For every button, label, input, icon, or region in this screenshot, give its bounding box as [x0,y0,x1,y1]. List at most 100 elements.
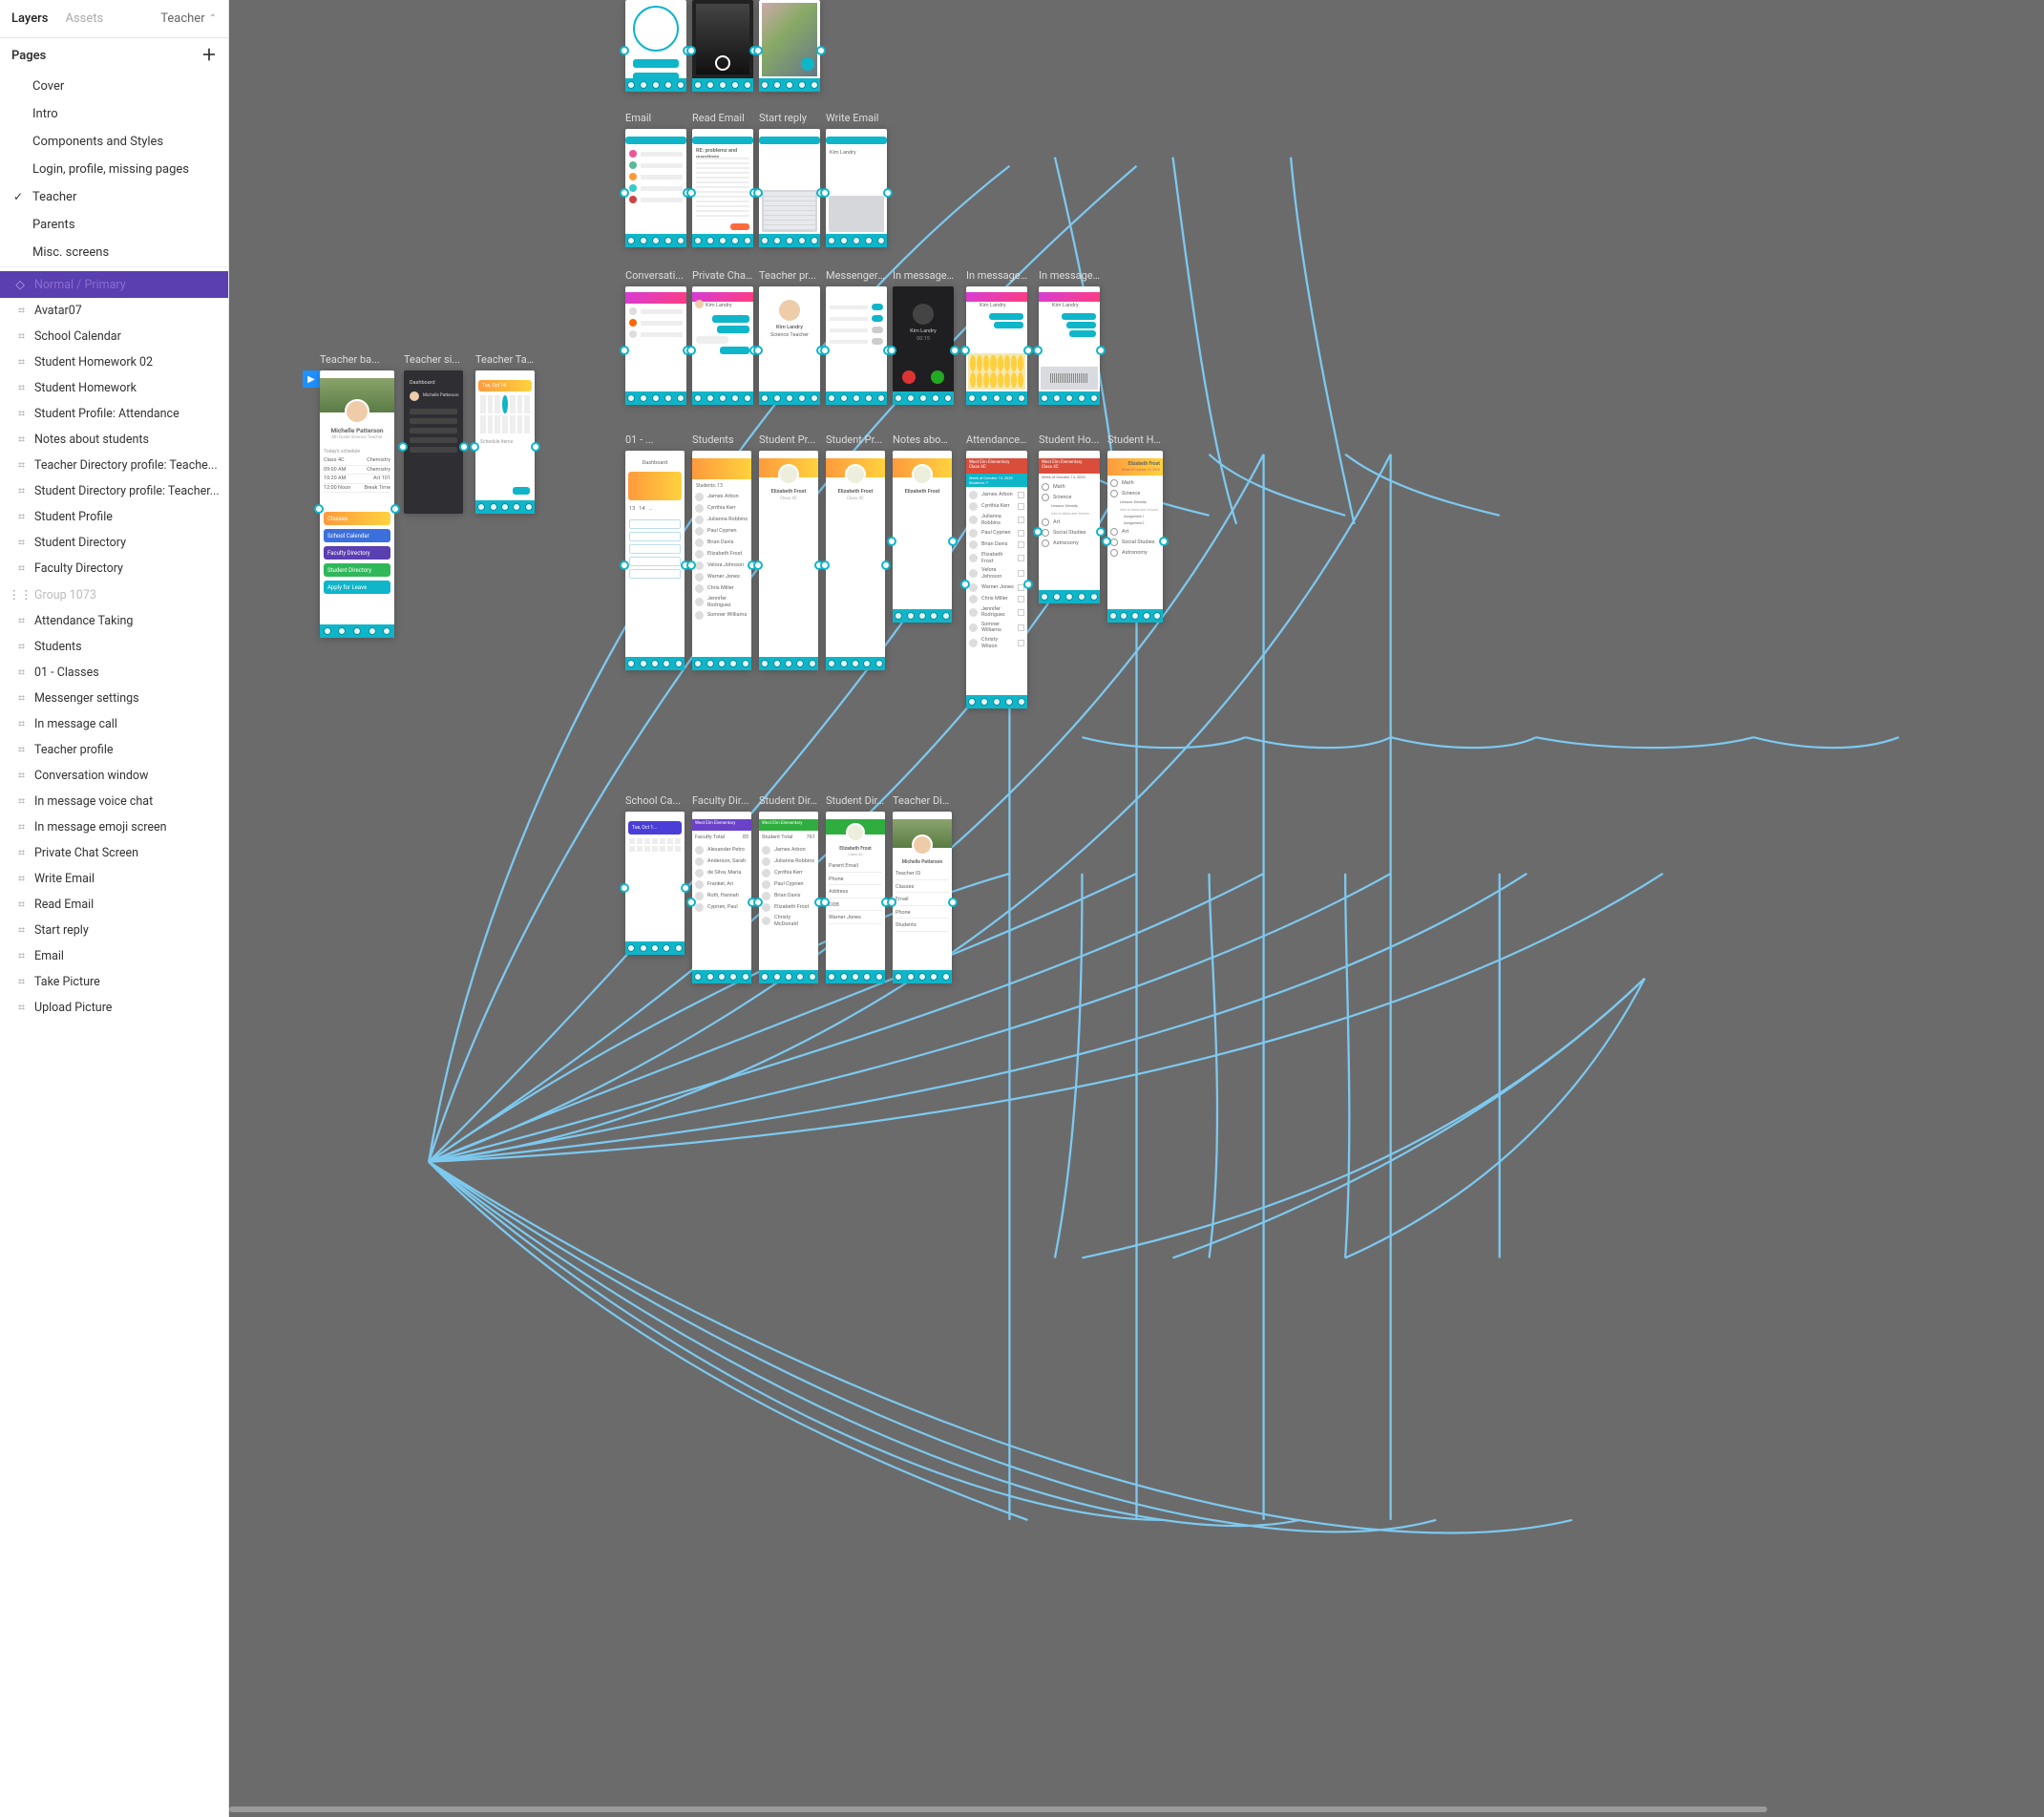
frame-student-profile[interactable]: Student Pr... Elizabeth Frost Class 4C [759,451,818,670]
hotspot[interactable] [470,442,479,452]
layer-item[interactable]: ⌗Upload Picture [0,995,228,1021]
hotspot[interactable] [620,560,629,570]
frame-students[interactable]: Students Students: 13 James ArbonCynthia… [692,451,751,670]
hotspot[interactable] [1096,527,1106,537]
list-item[interactable]: Elizabeth Frost [695,550,748,559]
hotspot[interactable] [820,560,830,570]
layer-item[interactable]: ⌗In message emoji screen [0,814,228,840]
list-item[interactable]: Chris Miller [695,584,748,593]
layer-item[interactable]: ⌗Email [0,943,228,969]
hotspot[interactable] [1102,537,1111,546]
hotspot[interactable] [820,346,830,355]
list-item[interactable]: Somner Williams [695,611,748,620]
frame-notes-about[interactable]: Notes abou... Elizabeth Frost [893,451,952,623]
hotspot[interactable] [887,537,896,546]
frame-start-reply[interactable]: Start reply [759,129,820,247]
flow-start-badge[interactable]: ▶ [303,370,320,388]
frame-teacher-tabs[interactable]: Teacher Ta... Tue, Oct 14 Schedule items [475,370,535,514]
layer-item[interactable]: ⌗Teacher Directory profile: Teache... [0,453,228,478]
list-item[interactable]: Warner Jones [969,583,1024,592]
layer-item[interactable]: ⌗Student Directory profile: Teacher... [0,478,228,504]
page-item[interactable]: Components and Styles [0,128,228,156]
list-item[interactable]: Elizabeth Frost [762,903,815,912]
hotspot[interactable] [960,346,970,355]
layer-item[interactable]: ⌗Teacher profile [0,737,228,763]
hotspot[interactable] [753,188,763,198]
list-item[interactable]: Frankel, Ari [695,880,748,889]
frame-teacher-dir-profile[interactable]: Teacher Dir... Michelle Patterson Teache… [893,812,952,983]
hotspot[interactable] [1023,346,1033,355]
layer-item[interactable]: ⌗In message call [0,711,228,737]
frame-in-message-voice[interactable]: In message... Kim Landry [1039,286,1100,405]
layer-item[interactable]: ⌗Start reply [0,918,228,943]
list-item[interactable]: Cyprien, Paul [695,903,748,912]
list-item[interactable]: Brian Davis [695,539,748,547]
page-item[interactable]: Teacher [0,183,228,211]
page-item[interactable]: Intro [0,100,228,128]
list-item[interactable]: Christy McDonald [762,915,815,927]
frame-conversation[interactable]: Conversati... [625,286,686,405]
list-item[interactable]: Brian Davis [969,540,1024,549]
list-item[interactable]: Christy Wilson [969,637,1024,649]
dashboard-button[interactable]: School Calendar [324,529,390,542]
list-item[interactable]: Cynthia Kerr [695,504,748,513]
hotspot[interactable] [1033,346,1043,355]
frame-teacher-base[interactable]: Teacher ba... Michelle Patterson 8th Gra… [320,370,394,638]
page-item[interactable]: Parents [0,211,228,239]
list-item[interactable]: Cynthia Kerr [762,869,815,877]
layer-item[interactable]: ⌗Messenger settings [0,686,228,711]
frame-take-picture[interactable] [692,0,753,92]
hotspot[interactable] [686,560,696,570]
frame-teacher-side[interactable]: Teacher si... Dashboard Michelle Patters… [404,370,463,514]
frame-write-email[interactable]: Write Email Kim Landry [826,129,887,247]
layer-item[interactable]: ⌗Students [0,634,228,660]
list-item[interactable]: Social Studies [1042,529,1097,537]
frame-upload-picture[interactable] [625,0,686,92]
hotspot[interactable] [390,504,400,514]
layer-item[interactable]: ⌗School Calendar [0,324,228,349]
frame-teacher-profile[interactable]: Teacher pr... Kim Landry Science Teacher [759,286,820,405]
frame-school-calendar[interactable]: School Ca... Tue, Oct 1... [625,812,685,955]
frame-student-homework-2[interactable]: Student Ho... Elizabeth Frost Week of Oc… [1107,451,1163,623]
layer-item[interactable]: ⌗Student Directory [0,530,228,556]
layer-item[interactable]: ⌗Take Picture [0,969,228,995]
list-item[interactable]: Math [1042,483,1097,491]
frame-in-message-call[interactable]: In message... Kim Landry 00:15 [893,286,954,405]
layer-item[interactable]: ⌗Faculty Directory [0,556,228,581]
canvas-viewport[interactable]: ▶ Email [229,0,2044,1817]
list-item[interactable]: Brian Davis [762,892,815,900]
layer-item[interactable]: ⌗Avatar07 [0,298,228,324]
list-item[interactable]: Jennifer Rodriguez [969,606,1024,619]
hotspot[interactable] [686,898,696,907]
layer-item[interactable]: ◇Normal / Primary [0,271,228,298]
frame-student-directory[interactable]: Student Dir... West Elm Elementary Stude… [759,812,818,983]
dashboard-button[interactable]: Faculty Directory [324,546,390,560]
layer-item[interactable]: ⌗Read Email [0,892,228,918]
hotspot[interactable] [459,442,469,452]
hotspot[interactable] [887,346,896,355]
hotspot[interactable] [948,898,958,907]
hotspot[interactable] [686,46,696,55]
list-item[interactable]: Science [1042,494,1097,501]
list-item[interactable]: James Arbon [762,846,815,855]
layer-item[interactable]: ⌗Notes about students [0,427,228,453]
hotspot[interactable] [753,898,763,907]
list-item[interactable]: Astronomy [1042,539,1097,547]
hotspot[interactable] [753,346,763,355]
list-item[interactable]: Cynthia Kerr [969,502,1024,511]
layer-item[interactable]: ⌗In message voice chat [0,789,228,814]
list-item[interactable]: Julianna Robbins [695,516,748,524]
frame-choose-picture[interactable] [759,0,820,92]
frame-student-homework[interactable]: Student Ho... West Elm Elementary Class … [1039,451,1100,603]
layer-item[interactable]: ⋮⋮Group 1073 [0,581,228,608]
hotspot[interactable] [620,883,629,893]
list-item[interactable]: Roth, Hannah [695,892,748,900]
page-dropdown[interactable]: Teacher ⌃ [160,11,217,26]
frame-messenger-settings[interactable]: Messenger ... [826,286,887,405]
canvas[interactable]: ▶ Email [229,0,2044,1817]
list-item[interactable]: Velora Johnson [969,567,1024,580]
list-item[interactable]: Social Studies [1110,539,1160,546]
layer-item[interactable]: ⌗Student Homework 02 [0,349,228,375]
horizontal-scrollbar[interactable] [229,1804,2038,1815]
list-item[interactable]: Alexander Petro [695,846,748,855]
